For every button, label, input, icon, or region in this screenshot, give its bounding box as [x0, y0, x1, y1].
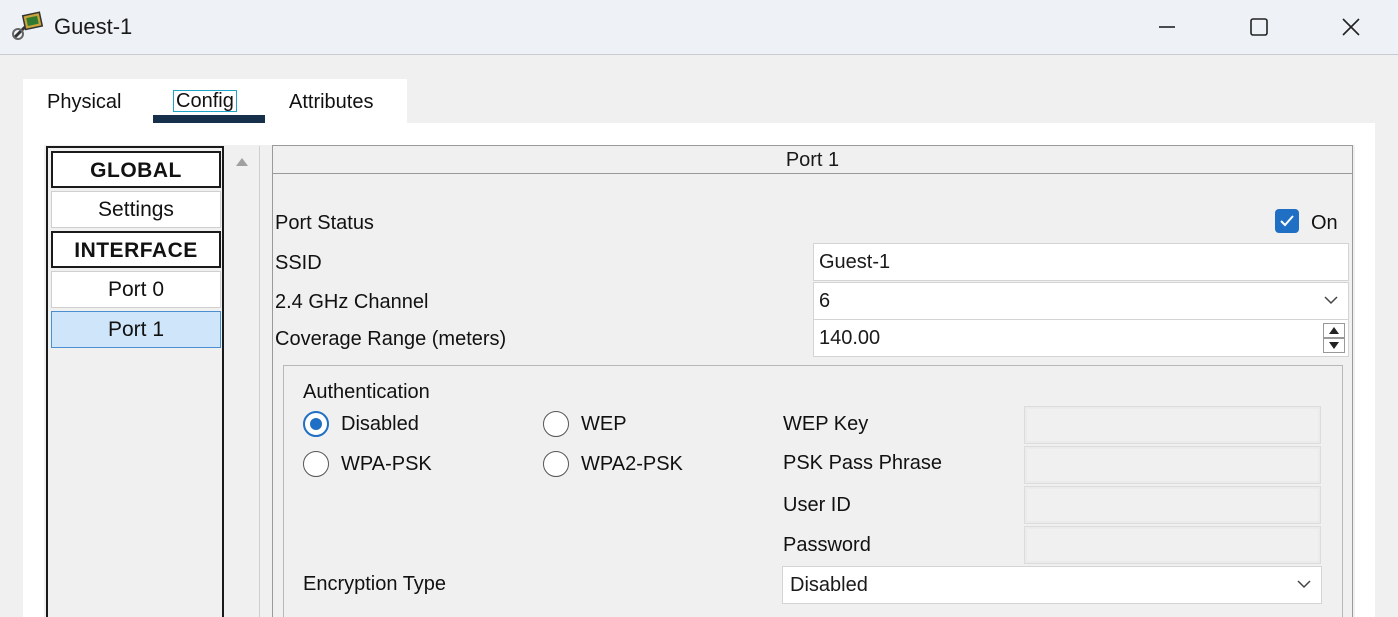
chevron-down-icon: [1324, 296, 1338, 305]
radio-wpa-psk-label: WPA-PSK: [341, 453, 432, 475]
radio-wep-label: WEP: [581, 413, 627, 435]
channel-label: 2.4 GHz Channel: [275, 291, 429, 313]
sidebar-item-port-1[interactable]: Port 1: [51, 311, 221, 348]
window-title: Guest-1: [54, 14, 133, 39]
channel-select[interactable]: 6: [813, 282, 1349, 320]
arrow-up-icon: [1329, 327, 1339, 334]
port-status-checkbox[interactable]: [1275, 209, 1299, 233]
spin-down-button[interactable]: [1323, 338, 1345, 353]
maximize-icon: [1250, 18, 1268, 36]
encryption-type-label: Encryption Type: [303, 573, 447, 595]
maximize-button[interactable]: [1236, 8, 1282, 46]
wep-key-label: WEP Key: [783, 413, 869, 435]
port-panel: Port 1 Port Status On SSID Guest-1 2.4 G…: [272, 145, 1353, 617]
window-content: Physical Config Attributes GLOBAL Settin…: [0, 56, 1398, 617]
chevron-down-icon: [1297, 580, 1311, 589]
checkmark-icon: [1280, 215, 1294, 227]
minimize-button[interactable]: [1144, 8, 1190, 46]
port-status-label: Port Status: [275, 212, 374, 234]
close-button[interactable]: [1328, 8, 1374, 46]
triangle-up-icon: [236, 158, 248, 166]
psk-pass-phrase-input[interactable]: [1024, 446, 1321, 484]
wep-key-input[interactable]: [1024, 406, 1321, 444]
port-title: Port 1: [273, 146, 1352, 174]
authentication-label: Authentication: [303, 381, 430, 403]
user-id-label: User ID: [783, 494, 851, 516]
coverage-range-label: Coverage Range (meters): [275, 328, 507, 350]
radio-wep[interactable]: [543, 411, 569, 437]
config-panel: GLOBAL Settings INTERFACE Port 0 Port 1 …: [23, 123, 1375, 617]
radio-disabled-label: Disabled: [341, 413, 419, 435]
radio-disabled[interactable]: [303, 411, 329, 437]
sidebar-item-port-0[interactable]: Port 0: [51, 271, 221, 308]
password-label: Password: [783, 534, 871, 556]
sidebar-item-interface[interactable]: INTERFACE: [51, 231, 221, 268]
ssid-label: SSID: [275, 252, 322, 274]
password-input[interactable]: [1024, 526, 1321, 564]
tab-physical[interactable]: Physical: [47, 91, 121, 114]
tab-attributes[interactable]: Attributes: [289, 91, 373, 114]
tab-strip: Physical Config Attributes: [23, 79, 407, 123]
config-nav-list: GLOBAL Settings INTERFACE Port 0 Port 1: [46, 146, 224, 617]
channel-value: 6: [819, 290, 831, 312]
scroll-up-button[interactable]: [234, 155, 250, 169]
ssid-input[interactable]: Guest-1: [813, 243, 1349, 281]
radio-wpa2-psk[interactable]: [543, 451, 569, 477]
minimize-icon: [1159, 26, 1175, 28]
title-bar: Guest-1: [0, 0, 1398, 55]
sidebar-item-settings[interactable]: Settings: [51, 191, 221, 228]
coverage-range-spinner[interactable]: 140.00: [813, 319, 1349, 357]
authentication-group: Authentication Disabled WEP WPA-PSK WPA2…: [283, 365, 1343, 617]
user-id-input[interactable]: [1024, 486, 1321, 524]
coverage-range-value: 140.00: [819, 327, 881, 349]
config-inner: GLOBAL Settings INTERFACE Port 0 Port 1 …: [44, 145, 1355, 617]
encryption-type-value: Disabled: [790, 574, 868, 596]
nav-scrollbar[interactable]: [228, 146, 260, 617]
radio-wpa2-psk-label: WPA2-PSK: [581, 453, 683, 475]
sidebar-item-global[interactable]: GLOBAL: [51, 151, 221, 188]
close-icon: [1342, 18, 1360, 36]
access-point-app-icon: [12, 11, 44, 43]
tab-config[interactable]: Config: [173, 90, 237, 112]
spin-up-button[interactable]: [1323, 323, 1345, 338]
psk-pass-phrase-label: PSK Pass Phrase: [783, 452, 942, 474]
encryption-type-select[interactable]: Disabled: [782, 566, 1322, 604]
selected-tab-indicator: [153, 115, 265, 123]
port-status-on-label: On: [1311, 212, 1338, 234]
radio-wpa-psk[interactable]: [303, 451, 329, 477]
arrow-down-icon: [1329, 342, 1339, 349]
